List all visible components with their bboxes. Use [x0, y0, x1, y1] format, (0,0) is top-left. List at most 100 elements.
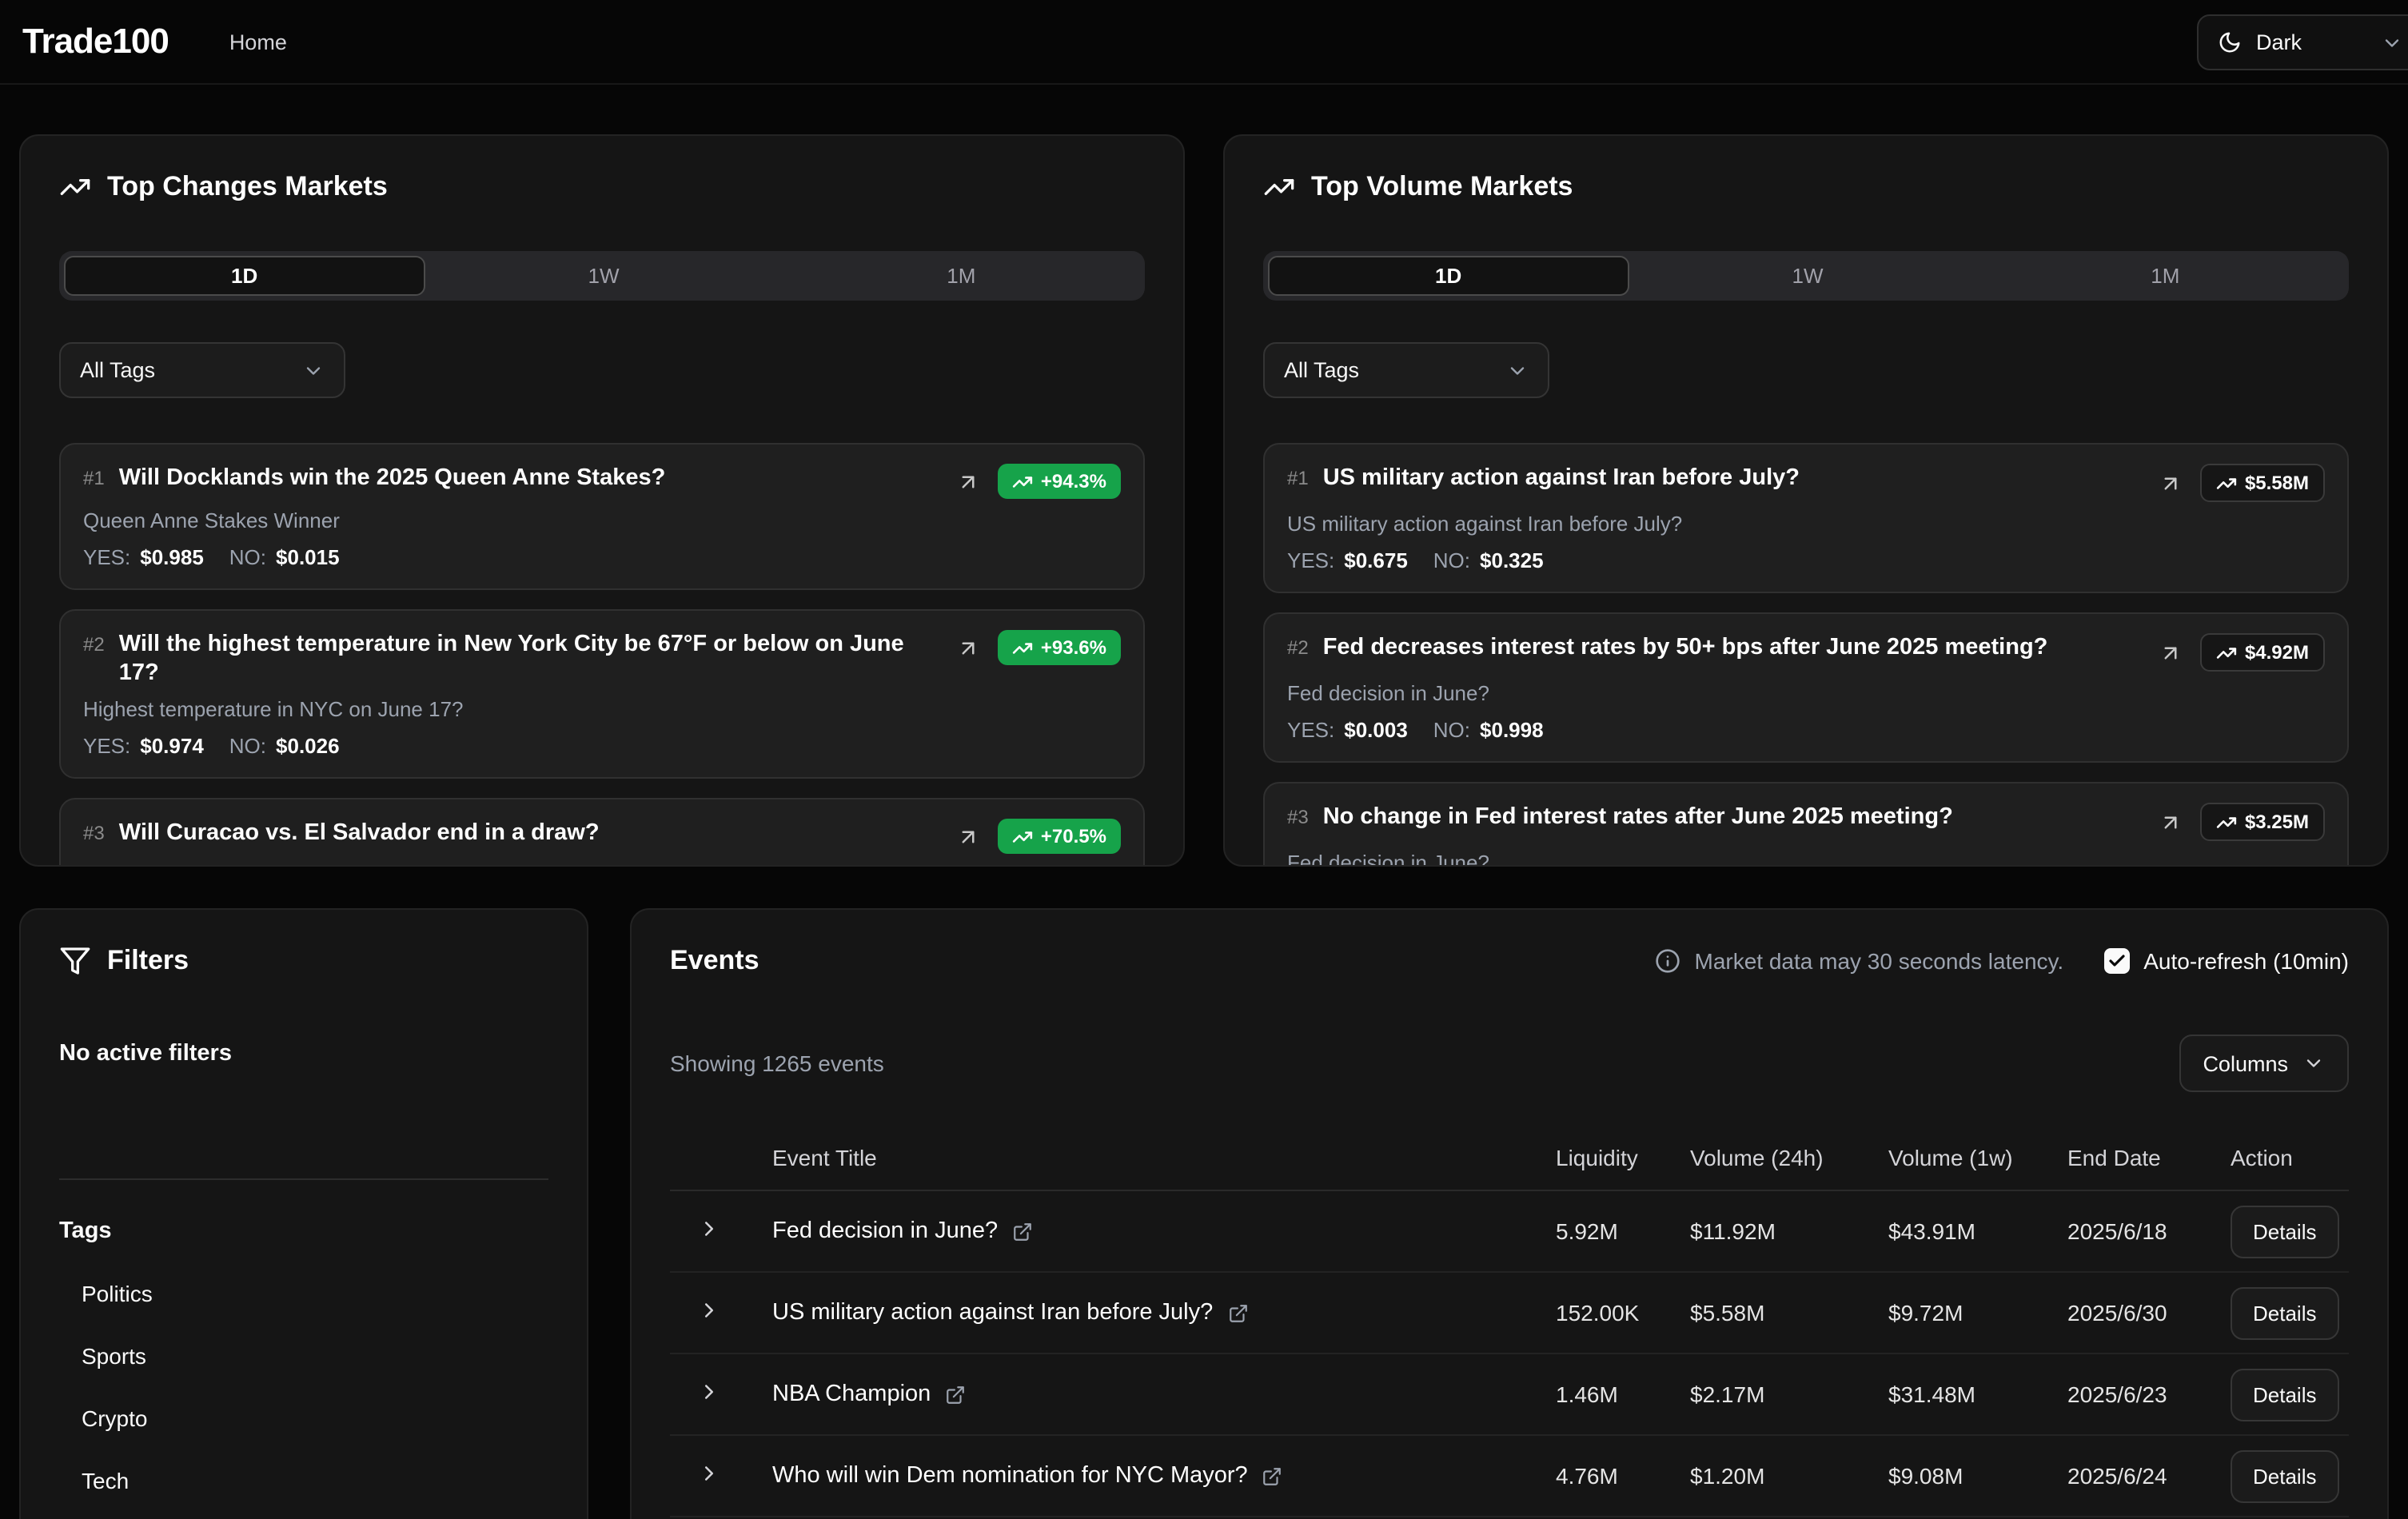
market-subtitle: US military action against Iran before J…: [1287, 512, 2325, 536]
market-item[interactable]: #1 Will Docklands win the 2025 Queen Ann…: [59, 443, 1145, 590]
tags-filter-select[interactable]: All Tags: [59, 342, 345, 398]
details-button[interactable]: Details: [2231, 1286, 2339, 1339]
external-link-icon[interactable]: [945, 1384, 966, 1405]
market-title: US military action against Iran before J…: [1323, 464, 2144, 492]
liquidity-value: 5.92M: [1556, 1218, 1690, 1244]
market-item[interactable]: #2 Will the highest temperature in New Y…: [59, 609, 1145, 779]
market-rank: #1: [1287, 467, 1309, 489]
event-title[interactable]: NBA Champion: [772, 1381, 931, 1407]
arrow-up-right-icon[interactable]: [956, 636, 980, 660]
details-button[interactable]: Details: [2231, 1368, 2339, 1421]
tag-item-crypto[interactable]: Crypto: [59, 1405, 548, 1431]
external-link-icon[interactable]: [1012, 1221, 1033, 1242]
volume-24h-value: $2.17M: [1690, 1381, 1888, 1407]
top-volume-header: Top Volume Markets: [1263, 171, 2349, 203]
chevron-right-icon[interactable]: [697, 1217, 721, 1241]
arrow-up-right-icon[interactable]: [956, 825, 980, 849]
market-title: Fed decreases interest rates by 50+ bps …: [1323, 633, 2144, 662]
external-link-icon[interactable]: [1262, 1465, 1283, 1486]
market-subtitle: Fed decision in June?: [1287, 851, 2325, 867]
market-title: Will Docklands win the 2025 Queen Anne S…: [119, 464, 942, 492]
card-title: Top Volume Markets: [1311, 171, 1573, 203]
col-end-date: End Date: [2067, 1144, 2231, 1170]
yes-price: $0.985: [140, 545, 204, 569]
change-value: +70.5%: [1041, 826, 1106, 848]
tab-1w[interactable]: 1W: [1629, 256, 1986, 296]
filter-funnel-icon: [59, 945, 91, 977]
market-item[interactable]: #1 US military action against Iran befor…: [1263, 443, 2349, 593]
market-prices: YES: $0.003 NO: $0.998: [1287, 718, 2325, 742]
end-date-value: 2025/6/23: [2067, 1381, 2231, 1407]
tag-item-tech[interactable]: Tech: [59, 1468, 548, 1493]
market-list: #1 Will Docklands win the 2025 Queen Ann…: [59, 443, 1145, 867]
card-title: Filters: [107, 945, 189, 977]
tab-1m[interactable]: 1M: [783, 256, 1140, 296]
arrow-up-right-icon[interactable]: [2159, 810, 2183, 834]
market-rank: #2: [83, 633, 105, 656]
end-date-value: 2025/6/30: [2067, 1300, 2231, 1326]
market-list: #1 US military action against Iran befor…: [1263, 443, 2349, 867]
market-item[interactable]: #2 Fed decreases interest rates by 50+ b…: [1263, 612, 2349, 763]
no-label: NO:: [229, 735, 266, 759]
yes-label: YES:: [83, 735, 130, 759]
card-title: Events: [670, 945, 759, 977]
table-header-row: Event Title Liquidity Volume (24h) Volum…: [670, 1124, 2349, 1191]
no-active-filters-text: No active filters: [59, 1041, 548, 1066]
trending-up-icon: [59, 171, 91, 203]
table-row: Fed decision in June? 5.92M $11.92M $43.…: [670, 1191, 2349, 1273]
details-button[interactable]: Details: [2231, 1449, 2339, 1502]
volume-1w-value: $9.08M: [1888, 1463, 2067, 1489]
chevron-right-icon[interactable]: [697, 1380, 721, 1404]
filters-header: Filters: [59, 945, 548, 977]
nav-link-home[interactable]: Home: [229, 30, 287, 54]
columns-button[interactable]: Columns: [2179, 1035, 2349, 1092]
external-link-icon[interactable]: [1227, 1302, 1248, 1323]
tab-1d[interactable]: 1D: [1268, 256, 1629, 296]
chevron-right-icon[interactable]: [697, 1461, 721, 1485]
latency-note: Market data may 30 seconds latency.: [1695, 948, 2064, 974]
tags-filter-value: All Tags: [80, 358, 155, 382]
market-rank: #3: [83, 823, 105, 845]
tags-section-label: Tags: [59, 1218, 548, 1244]
market-subtitle: Curacao vs. El Salvador: [83, 864, 1121, 867]
navbar: Trade100 Home Dark: [0, 0, 2408, 85]
event-title[interactable]: Who will win Dem nomination for NYC Mayo…: [772, 1463, 1248, 1489]
liquidity-value: 152.00K: [1556, 1300, 1690, 1326]
trending-up-icon: [2216, 642, 2237, 663]
tag-item-sports[interactable]: Sports: [59, 1343, 548, 1369]
details-button[interactable]: Details: [2231, 1205, 2339, 1258]
volume-value: $3.25M: [2245, 811, 2309, 833]
theme-select[interactable]: Dark: [2197, 14, 2408, 70]
arrow-up-right-icon[interactable]: [956, 469, 980, 493]
col-volume-24h: Volume (24h): [1690, 1144, 1888, 1170]
auto-refresh-checkbox[interactable]: [2103, 948, 2129, 974]
market-prices: YES: $0.974 NO: $0.026: [83, 735, 1121, 759]
tab-1m[interactable]: 1M: [1987, 256, 2344, 296]
tab-1w[interactable]: 1W: [425, 256, 782, 296]
top-changes-card: Top Changes Markets 1D 1W 1M All Tags: [19, 134, 1185, 867]
arrow-up-right-icon[interactable]: [2159, 471, 2183, 495]
trending-up-icon: [2216, 472, 2237, 493]
event-title[interactable]: Fed decision in June?: [772, 1218, 998, 1244]
market-item[interactable]: #3 No change in Fed interest rates after…: [1263, 782, 2349, 867]
market-title: Will Curacao vs. El Salvador end in a dr…: [119, 819, 942, 848]
volume-value: $4.92M: [2245, 641, 2309, 664]
market-prices: YES: $0.675 NO: $0.325: [1287, 548, 2325, 572]
tags-filter-select[interactable]: All Tags: [1263, 342, 1549, 398]
col-action: Action: [2231, 1144, 2349, 1170]
app-logo: Trade100: [22, 21, 169, 62]
top-markets-section: Top Changes Markets 1D 1W 1M All Tags: [19, 134, 2389, 867]
end-date-value: 2025/6/18: [2067, 1218, 2231, 1244]
top-changes-header: Top Changes Markets: [59, 171, 1145, 203]
main-content: Top Changes Markets 1D 1W 1M All Tags: [0, 134, 2408, 1519]
market-rank: #1: [83, 467, 105, 489]
tag-item-politics[interactable]: Politics: [59, 1281, 548, 1306]
tab-1d[interactable]: 1D: [64, 256, 425, 296]
chevron-right-icon[interactable]: [697, 1298, 721, 1322]
market-rank: #3: [1287, 806, 1309, 828]
bottom-section: Filters No active filters Tags Politics …: [19, 908, 2389, 1519]
chevron-down-icon: [1506, 359, 1529, 381]
event-title[interactable]: US military action against Iran before J…: [772, 1300, 1213, 1326]
market-item[interactable]: #3 Will Curacao vs. El Salvador end in a…: [59, 799, 1145, 867]
arrow-up-right-icon[interactable]: [2159, 640, 2183, 664]
